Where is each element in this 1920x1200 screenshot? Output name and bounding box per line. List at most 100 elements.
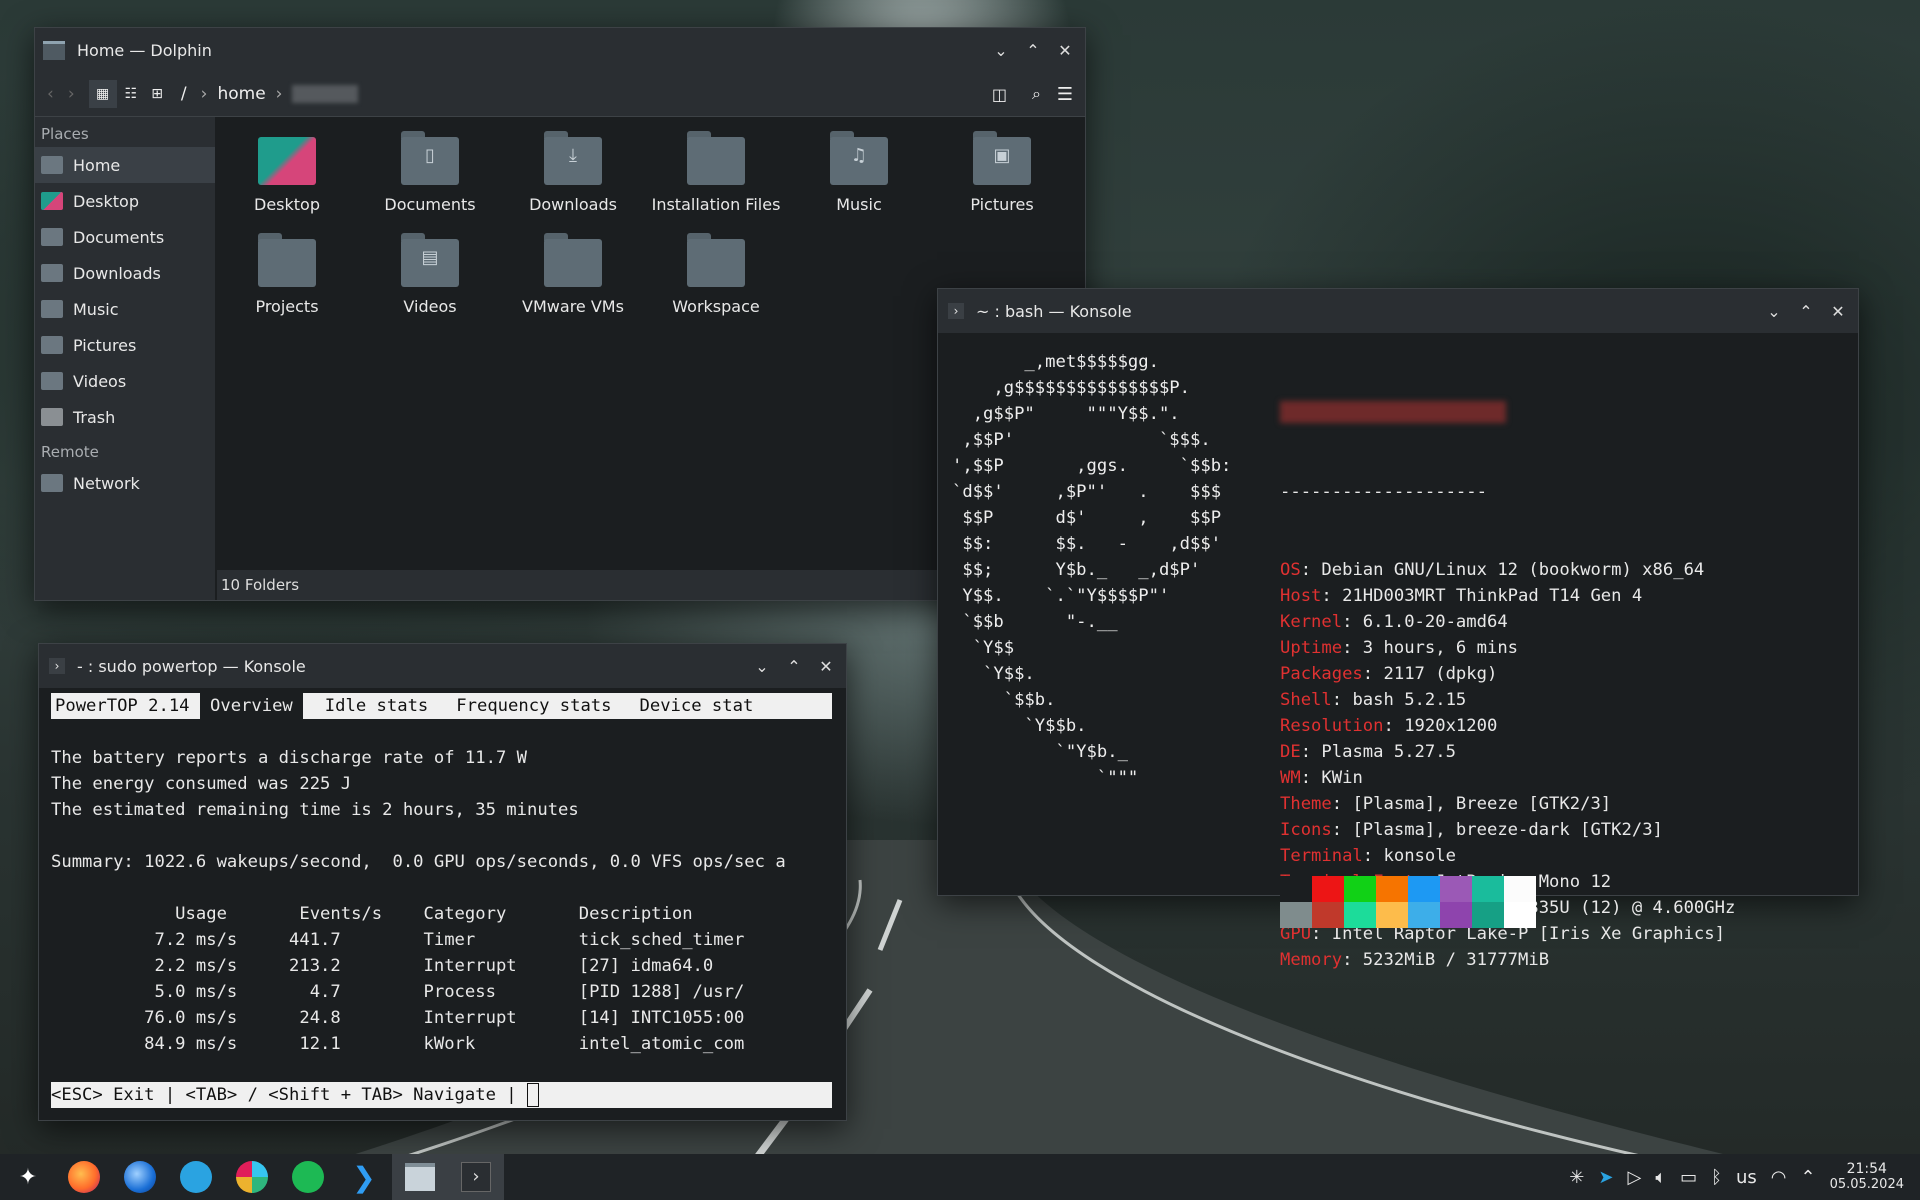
- info-row: WM: KWin: [1280, 765, 1735, 791]
- konsole-titlebar[interactable]: › - : sudo powertop — Konsole ⌄ ⌃ ✕: [39, 644, 846, 688]
- konsole-task-button[interactable]: ›: [448, 1154, 504, 1200]
- info-colon: :: [1342, 612, 1363, 632]
- spotify-button[interactable]: [280, 1154, 336, 1200]
- tab-overview[interactable]: Overview: [200, 693, 303, 719]
- folder-downloads[interactable]: ⤓ Downloads: [503, 131, 643, 214]
- slack-icon: [236, 1161, 268, 1193]
- thunderbird-button[interactable]: [112, 1154, 168, 1200]
- places-item-music[interactable]: Music: [35, 291, 215, 327]
- info-row: Kernel: 6.1.0-20-amd64: [1280, 609, 1735, 635]
- search-icon[interactable]: ⌕: [1032, 84, 1041, 104]
- icons-view-button[interactable]: ▦: [88, 80, 117, 108]
- split-view-icon[interactable]: ◫: [992, 85, 1007, 104]
- slack-tray-icon[interactable]: ✳: [1569, 1167, 1584, 1188]
- info-key: DE: [1280, 742, 1301, 762]
- table-row: 2.2 ms/s 213.2 Interrupt [27] idma64.0: [51, 956, 714, 976]
- info-value: 3 hours, 6 mins: [1362, 638, 1519, 658]
- dolphin-titlebar[interactable]: Home — Dolphin ⌄ ⌃ ✕: [35, 28, 1085, 72]
- breadcrumb-root[interactable]: /: [181, 84, 187, 104]
- forward-icon[interactable]: ›: [68, 84, 75, 104]
- slack-button[interactable]: [224, 1154, 280, 1200]
- tab-idle-stats[interactable]: Idle stats: [325, 693, 428, 719]
- konsole-app-icon: ›: [49, 658, 65, 674]
- info-value: [Plasma], Breeze [GTK2/3]: [1352, 794, 1612, 814]
- downloads-icon: [41, 264, 63, 282]
- folder-installation-files[interactable]: Installation Files: [646, 131, 786, 214]
- palette-swatch: [1504, 902, 1536, 928]
- battery-icon[interactable]: ▭: [1680, 1167, 1697, 1188]
- close-button[interactable]: ✕: [1055, 41, 1075, 60]
- tab-device-stats[interactable]: Device stat: [640, 693, 754, 719]
- places-item-home[interactable]: Home: [35, 147, 215, 183]
- firefox-button[interactable]: [56, 1154, 112, 1200]
- places-item-trash[interactable]: Trash: [35, 399, 215, 435]
- dolphin-task-button[interactable]: [392, 1154, 448, 1200]
- energy-consumed-line: The energy consumed was 225 J: [51, 774, 352, 794]
- folder-music[interactable]: ♫ Music: [789, 131, 929, 214]
- konsole-titlebar[interactable]: › ~ : bash — Konsole ⌄ ⌃ ✕: [938, 289, 1858, 333]
- places-item-documents[interactable]: Documents: [35, 219, 215, 255]
- maximize-button[interactable]: ⌃: [1023, 41, 1043, 60]
- places-item-pictures[interactable]: Pictures: [35, 327, 215, 363]
- launcher-button[interactable]: ✦: [0, 1154, 56, 1200]
- summary-line: Summary: 1022.6 wakeups/second, 0.0 GPU …: [51, 852, 786, 872]
- menu-icon[interactable]: ☰: [1057, 84, 1073, 105]
- info-value: 1920x1200: [1404, 716, 1498, 736]
- places-item-desktop[interactable]: Desktop: [35, 183, 215, 219]
- minimize-button[interactable]: ⌄: [1764, 302, 1784, 321]
- palette-swatch: [1376, 876, 1408, 902]
- telegram-button[interactable]: [168, 1154, 224, 1200]
- places-item-videos[interactable]: Videos: [35, 363, 215, 399]
- places-item-network[interactable]: Network: [35, 465, 215, 501]
- powertop-version-label: PowerTOP 2.14: [51, 693, 200, 719]
- tray-expand-icon[interactable]: ⌃: [1800, 1167, 1815, 1188]
- close-button[interactable]: ✕: [816, 657, 836, 676]
- palette-swatch: [1280, 902, 1312, 928]
- trash-icon: [41, 408, 63, 426]
- vscode-button[interactable]: ❯: [336, 1154, 392, 1200]
- tab-frequency-stats[interactable]: Frequency stats: [456, 693, 611, 719]
- info-key: Icons: [1280, 820, 1332, 840]
- folder-projects[interactable]: Projects: [217, 233, 357, 316]
- info-row: Packages: 2117 (dpkg): [1280, 661, 1735, 687]
- terminal-area[interactable]: _,met$$$$$gg. ,g$$$$$$$$$$$$$$$P. ,g$$P"…: [938, 333, 1858, 970]
- breadcrumb-user-redacted[interactable]: [292, 85, 359, 103]
- inactive-tabs: Idle stats Frequency stats Device stat: [302, 693, 832, 719]
- breadcrumb-home[interactable]: home: [217, 84, 265, 104]
- folder-desktop[interactable]: Desktop: [217, 131, 357, 214]
- folder-icon: [258, 233, 316, 287]
- breadcrumb-separator-icon: ›: [200, 84, 208, 104]
- places-item-downloads[interactable]: Downloads: [35, 255, 215, 291]
- dolphin-window[interactable]: Home — Dolphin ⌄ ⌃ ✕ ‹ › ▦ ☷ ⊞ / › home …: [34, 27, 1086, 601]
- terminal-area[interactable]: PowerTOP 2.14 Overview Idle stats Freque…: [39, 688, 846, 1120]
- compact-view-button[interactable]: ☷: [125, 86, 138, 102]
- konsole-powertop-window[interactable]: › - : sudo powertop — Konsole ⌄ ⌃ ✕ Powe…: [38, 643, 847, 1121]
- dolphin-icon: [405, 1163, 435, 1191]
- folder-vmware-vms[interactable]: VMware VMs: [503, 233, 643, 316]
- folder-documents[interactable]: ▯ Documents: [360, 131, 500, 214]
- details-view-button[interactable]: ⊞: [151, 86, 163, 102]
- back-icon[interactable]: ‹: [47, 84, 54, 104]
- bluetooth-icon[interactable]: ᛒ: [1711, 1167, 1722, 1188]
- wifi-icon[interactable]: ◠: [1771, 1167, 1787, 1188]
- folder-videos[interactable]: ▤ Videos: [360, 233, 500, 316]
- dolphin-toolbar: ‹ › ▦ ☷ ⊞ / › home › ◫ ⌕ ☰: [35, 72, 1085, 117]
- volume-icon[interactable]: 🔈︎: [1655, 1167, 1666, 1188]
- info-colon: :: [1300, 768, 1322, 788]
- maximize-button[interactable]: ⌃: [1796, 302, 1816, 321]
- minimize-button[interactable]: ⌄: [991, 41, 1011, 60]
- desktop-folder-icon: [258, 131, 316, 185]
- clock[interactable]: 21:54 05.05.2024: [1830, 1162, 1904, 1193]
- info-key: Host: [1280, 586, 1322, 606]
- minimize-button[interactable]: ⌄: [752, 657, 772, 676]
- konsole-bash-window[interactable]: › ~ : bash — Konsole ⌄ ⌃ ✕ _,met$$$$$gg.…: [937, 288, 1859, 970]
- folder-workspace[interactable]: Workspace: [646, 233, 786, 316]
- info-value: 2117 (dpkg): [1383, 664, 1498, 684]
- media-player-icon[interactable]: ▷: [1627, 1167, 1641, 1188]
- info-value: Plasma 5.27.5: [1321, 742, 1456, 762]
- folder-pictures[interactable]: ▣ Pictures: [932, 131, 1072, 214]
- telegram-tray-icon[interactable]: ➤: [1598, 1167, 1613, 1188]
- maximize-button[interactable]: ⌃: [784, 657, 804, 676]
- keyboard-layout[interactable]: us: [1736, 1167, 1757, 1188]
- close-button[interactable]: ✕: [1828, 302, 1848, 321]
